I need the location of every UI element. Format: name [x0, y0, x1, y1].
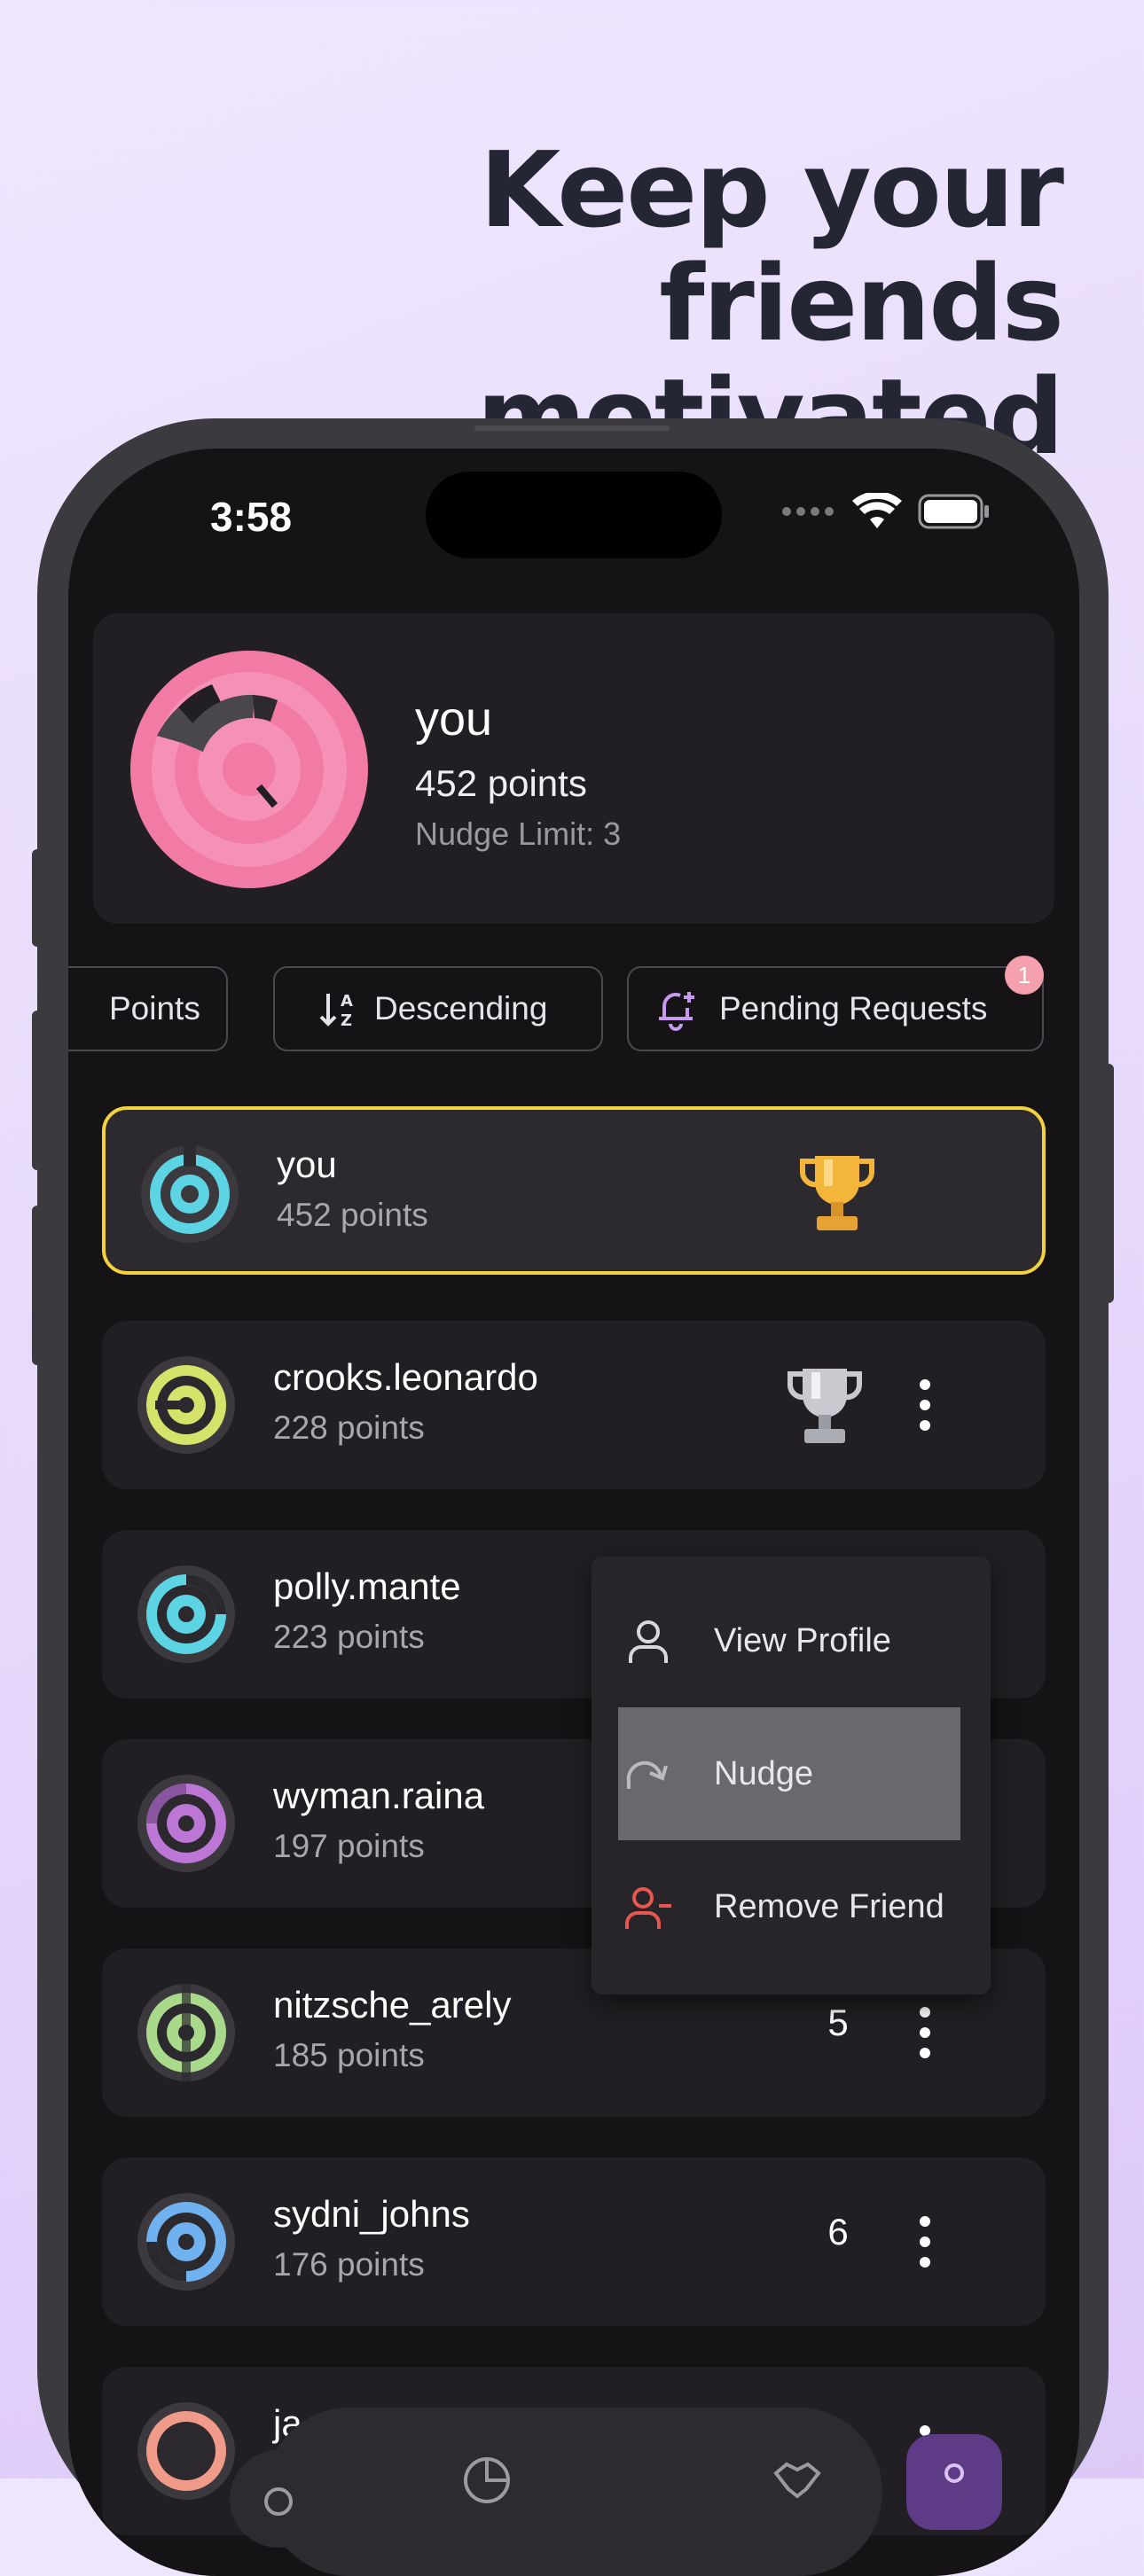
nudge-menu-item[interactable]: Nudge: [618, 1707, 960, 1840]
signal-icon: [782, 507, 834, 516]
user-icon: [944, 2463, 964, 2483]
leaderboard-row[interactable]: crooks.leonardo 228 points: [102, 1321, 1046, 1489]
pending-count-badge: 1: [1005, 956, 1044, 995]
row-points: 228 points: [273, 1409, 425, 1446]
user-icon: [629, 1620, 668, 1663]
volume-down-button: [32, 1206, 43, 1365]
speaker-grille: [474, 425, 670, 431]
user-minus-icon: [625, 1887, 671, 1929]
status-icons: [781, 493, 991, 530]
row-name: wyman.raina: [273, 1775, 485, 1816]
bell-plus-icon: [659, 992, 694, 1031]
profile-points: 452 points: [415, 762, 587, 804]
sort-az-icon: A Z: [319, 992, 353, 1029]
row-points: 185 points: [273, 2037, 425, 2073]
more-options-icon[interactable]: [907, 2211, 943, 2273]
row-points: 176 points: [273, 2246, 425, 2283]
leaderboard-row[interactable]: sydni_johns 176 points 6: [102, 2158, 1046, 2326]
sort-order-chip[interactable]: A Z Descending: [273, 966, 603, 1051]
view-profile-label: View Profile: [714, 1621, 891, 1659]
gold-trophy-icon: [799, 1156, 875, 1230]
volume-up-button: [32, 1011, 43, 1170]
view-profile-menu-item[interactable]: View Profile: [618, 1574, 960, 1707]
row-rank: 6: [827, 2211, 849, 2252]
phone-screen: 3:58 you 452 points Nudge Limit: 3 Point…: [68, 449, 1079, 2576]
row-name: polly.mante: [273, 1565, 461, 1607]
wifi-icon: [852, 493, 902, 528]
dynamic-island: [426, 472, 722, 558]
row-points: 197 points: [273, 1828, 425, 1864]
friends-tab-button[interactable]: [906, 2434, 1002, 2530]
sort-by-label: Points: [109, 990, 200, 1026]
redo-arrow-icon: [626, 1760, 668, 1789]
leaderboard-row-you[interactable]: you 452 points: [102, 1106, 1046, 1275]
headline-line-1: Keep your friends: [479, 129, 1064, 364]
remove-friend-menu-item[interactable]: Remove Friend: [618, 1840, 960, 1973]
row-points: 223 points: [273, 1619, 425, 1655]
avatar-ring-icon: [137, 2402, 235, 2500]
avatar-ring-icon: [137, 2193, 235, 2291]
status-time: 3:58: [210, 494, 293, 540]
profile-card: you 452 points Nudge Limit: 3: [93, 613, 1054, 924]
silver-trophy-icon: [787, 1369, 863, 1443]
row-name: sydni_johns: [273, 2193, 470, 2235]
more-options-icon[interactable]: [907, 1374, 943, 1436]
nudge-limit: Nudge Limit: 3: [415, 816, 622, 852]
row-name: you: [277, 1144, 337, 1185]
sort-order-label: Descending: [374, 990, 548, 1026]
row-name: crooks.leonardo: [273, 1356, 538, 1398]
svg-text:A: A: [341, 992, 353, 1011]
row-rank: 5: [827, 2002, 849, 2043]
handshake-icon[interactable]: [771, 2454, 824, 2507]
pending-requests-chip[interactable]: Pending Requests 1: [627, 956, 1044, 1051]
row-name: nitzsche_arely: [273, 1984, 512, 2026]
avatar-ring-icon: [137, 1565, 235, 1663]
avatar-ring-icon: [137, 1984, 235, 2081]
power-button: [1103, 1064, 1114, 1303]
friend-context-menu: View Profile Nudge Remove Friend: [592, 1557, 991, 1994]
pending-requests-label: Pending Requests: [719, 990, 988, 1026]
remove-friend-label: Remove Friend: [714, 1887, 944, 1925]
sort-by-chip[interactable]: Points: [68, 966, 228, 1051]
avatar-ring-icon: [137, 1356, 235, 1454]
avatar-ring-icon: [137, 1775, 235, 1872]
nudge-label: Nudge: [714, 1754, 813, 1792]
bottom-navigation: [230, 2408, 882, 2576]
row-points: 452 points: [277, 1197, 428, 1233]
svg-text:Z: Z: [341, 1011, 352, 1029]
more-options-icon[interactable]: [907, 2002, 943, 2064]
action-button: [32, 849, 43, 947]
avatar-ring-icon: [141, 1145, 239, 1243]
profile-activity-ring-icon: [130, 651, 368, 888]
battery-icon: [918, 494, 989, 529]
settings-gear-icon[interactable]: [230, 2450, 327, 2548]
stats-pie-icon[interactable]: [460, 2454, 513, 2507]
profile-name: you: [415, 692, 493, 745]
